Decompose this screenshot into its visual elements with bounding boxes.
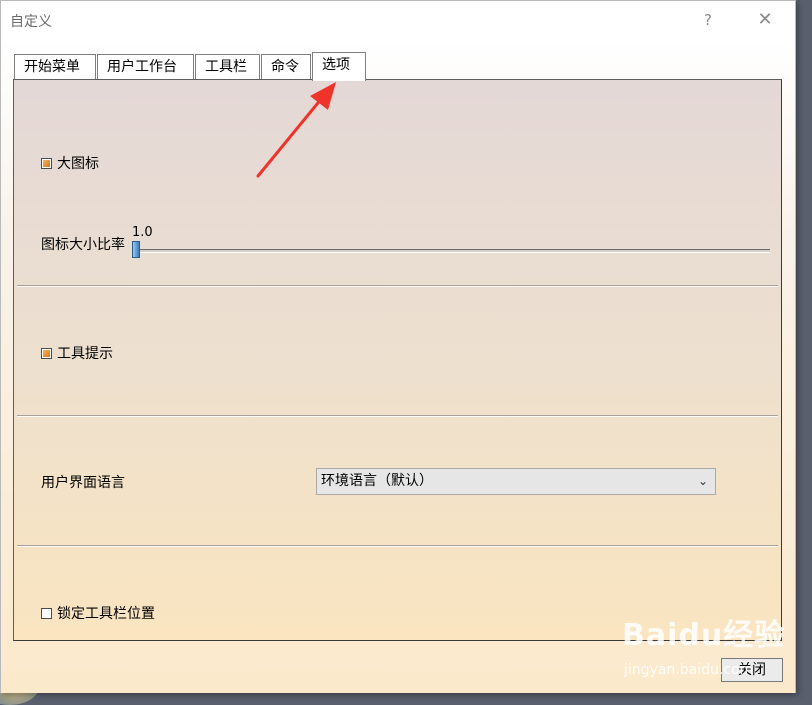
large-icons-checkbox[interactable] [41,157,52,169]
icon-scale-slider-track[interactable] [132,249,770,253]
tab-commands[interactable]: 命令 [261,54,311,80]
options-panel: 大图标 图标大小比率 1.0 工具提示 用户界面语言 环境语言（默认） ⌄ 锁定… [13,79,782,641]
close-icon[interactable]: ✕ [750,7,780,33]
annotation-arrow-icon [256,82,336,178]
icon-scale-slider-thumb[interactable] [132,241,140,258]
lock-toolbar-label: 锁定工具栏位置 [57,606,155,622]
tooltips-checkbox[interactable] [41,347,52,359]
lock-toolbar-option[interactable]: 锁定工具栏位置 [41,603,155,623]
section-divider [17,545,778,547]
tab-options[interactable]: 选项 [312,52,366,81]
ui-language-select[interactable]: 环境语言（默认） ⌄ [316,468,716,495]
large-icons-option[interactable]: 大图标 [41,153,99,173]
large-icons-label: 大图标 [57,156,99,172]
customize-dialog: 自定义 ? ✕ 开始菜单 用户工作台 工具栏 命令 选项 大图标 图标大小比率 … [0,0,796,693]
chevron-down-icon[interactable]: ⌄ [698,469,708,494]
section-divider [17,415,778,417]
close-button[interactable]: 关闭 [721,658,783,682]
ui-language-label: 用户界面语言 [41,475,125,491]
dialog-title: 自定义 [10,14,52,30]
icon-scale-label: 图标大小比率 [41,237,125,253]
section-divider [17,285,778,287]
icon-scale-value: 1.0 [132,225,153,240]
lock-toolbar-checkbox[interactable] [41,607,52,619]
tab-user-workbench[interactable]: 用户工作台 [97,54,194,80]
tooltips-label: 工具提示 [57,346,113,362]
help-icon[interactable]: ? [693,7,723,33]
dialog-body: 开始菜单 用户工作台 工具栏 命令 选项 大图标 图标大小比率 1.0 工具提示… [1,39,795,693]
title-bar: 自定义 ? ✕ [1,1,795,39]
tooltips-option[interactable]: 工具提示 [41,343,113,363]
tab-toolbars[interactable]: 工具栏 [195,54,260,80]
tab-start-menu[interactable]: 开始菜单 [14,54,96,80]
ui-language-selected-value: 环境语言（默认） [321,473,433,489]
